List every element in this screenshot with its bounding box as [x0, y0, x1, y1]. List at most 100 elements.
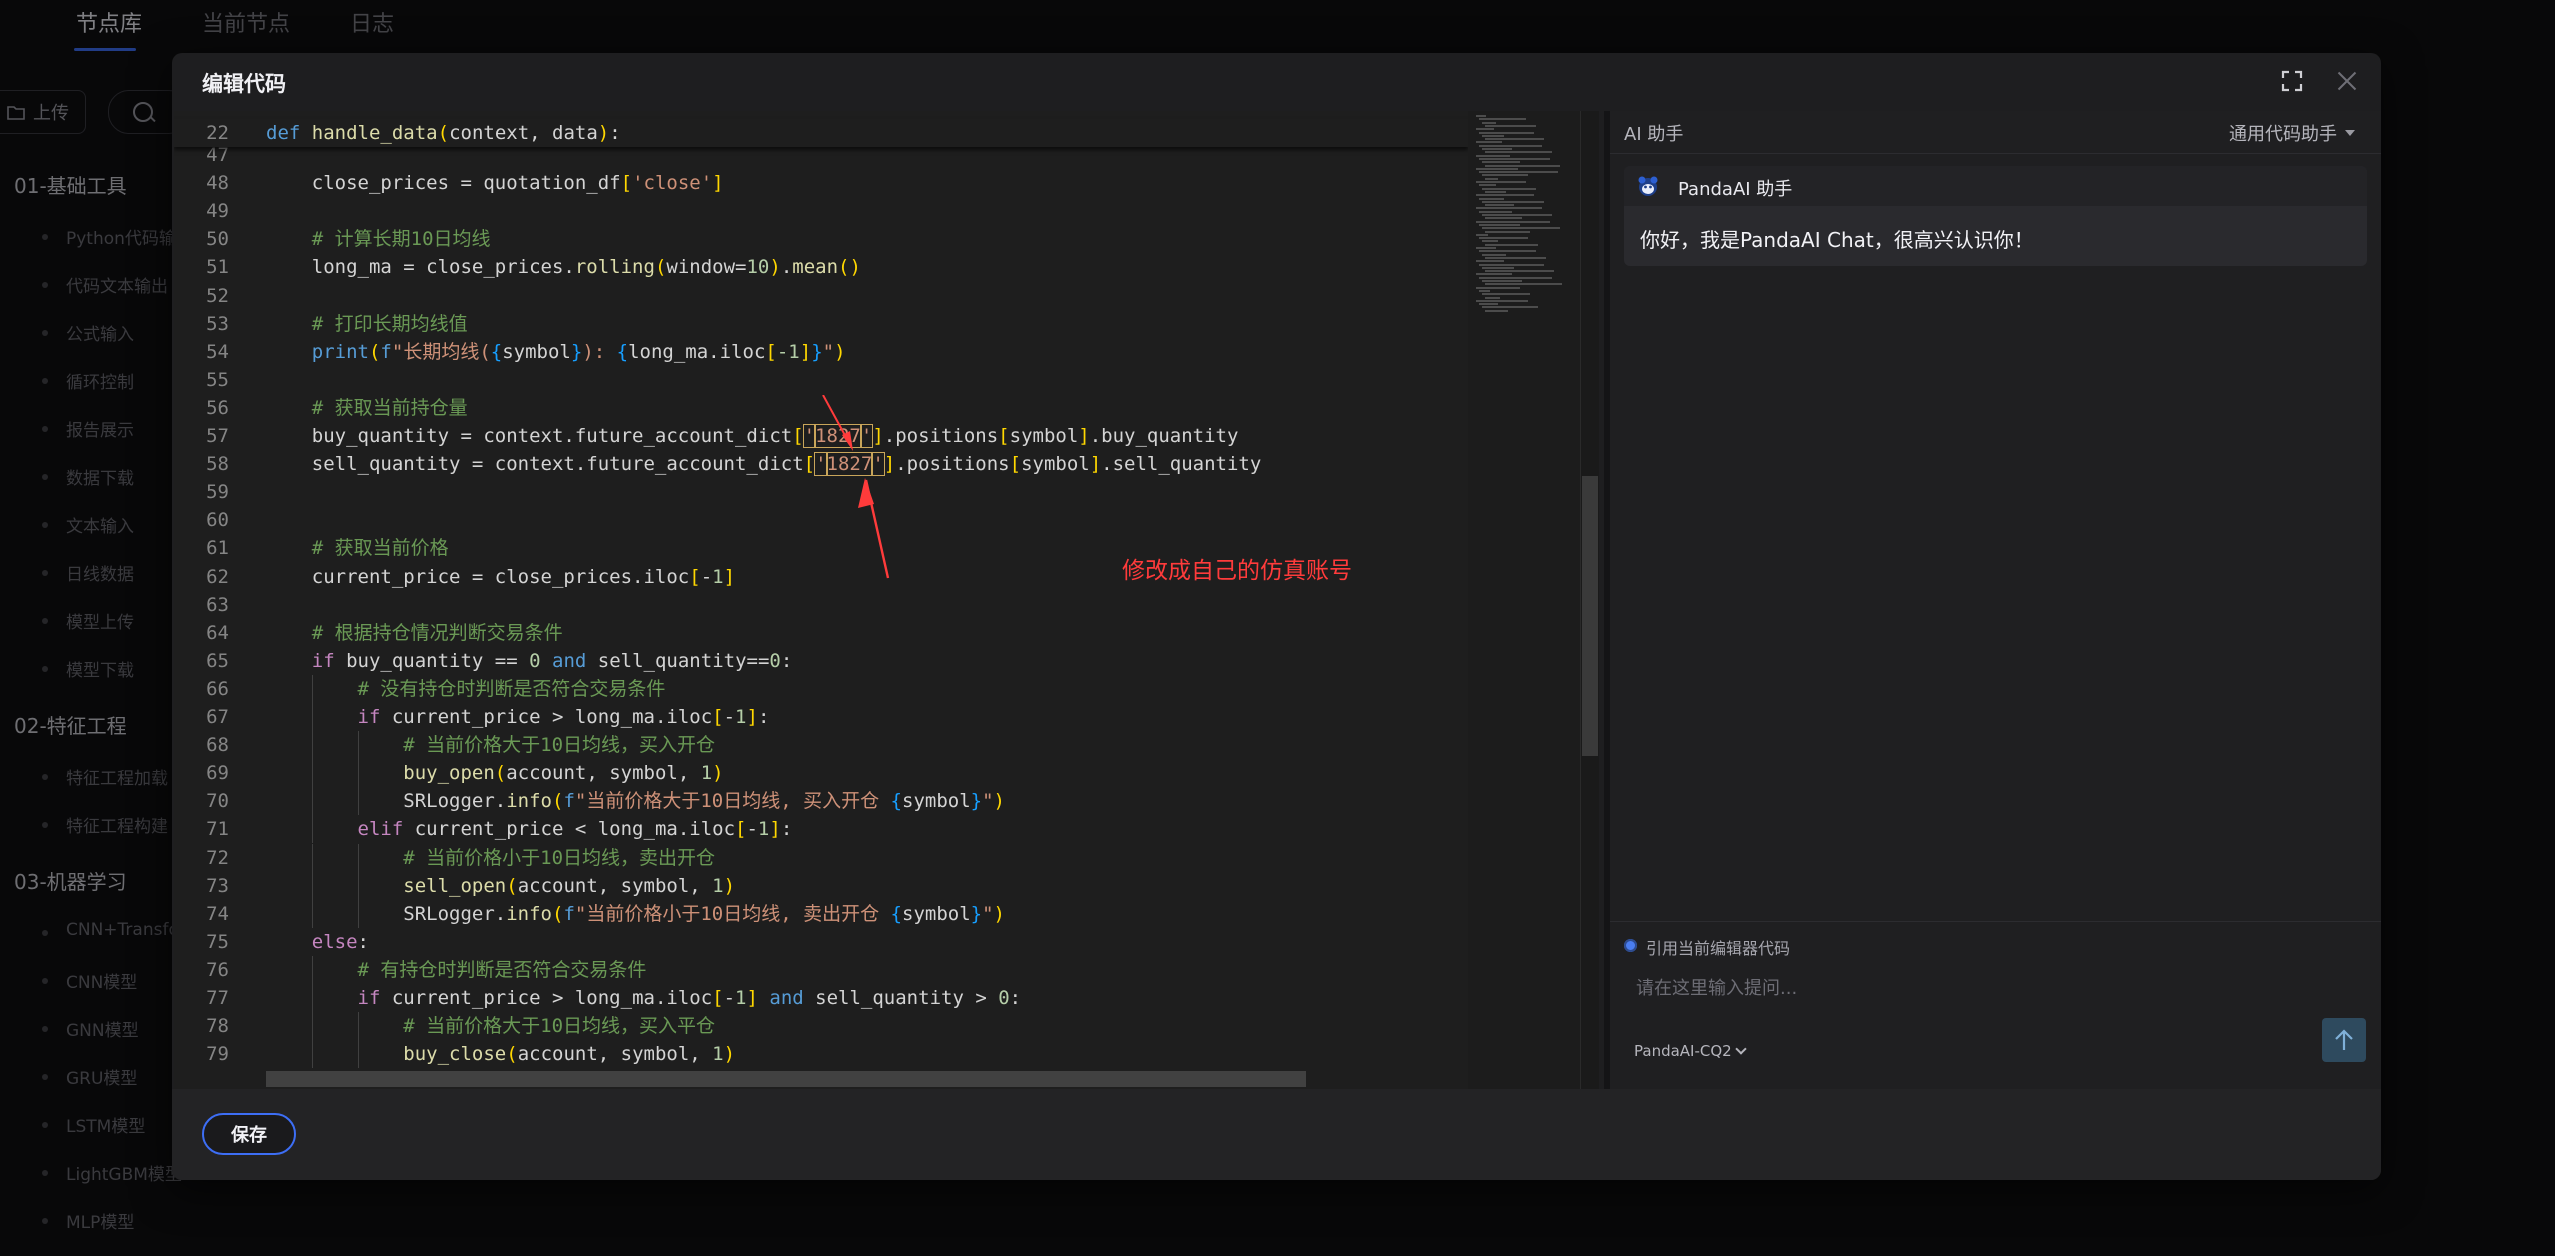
chat-input[interactable] [1634, 970, 2238, 1006]
modal-title: 编辑代码 [202, 72, 286, 96]
code-line[interactable]: 49 [174, 197, 1468, 225]
ai-panel-title: AI 助手 [1624, 124, 1684, 145]
code-line[interactable]: 52 [174, 282, 1468, 310]
save-button[interactable]: 保存 [202, 1113, 296, 1155]
line-number: 68 [206, 734, 229, 757]
minimap-line [1479, 250, 1536, 253]
indent-guide [357, 731, 359, 760]
code-line[interactable]: 76 # 有持仓时判断是否符合交易条件 [174, 956, 1468, 984]
line-code: close_prices = quotation_df['close'] [266, 172, 724, 195]
chevron-down-icon [1735, 1043, 1747, 1055]
line-number: 61 [206, 537, 229, 560]
code-line[interactable]: 74 SRLogger.info(f"当前价格小于10日均线, 卖出开仓 {sy… [174, 900, 1468, 928]
code-line[interactable]: 51 long_ma = close_prices.rolling(window… [174, 253, 1468, 281]
minimap-line [1476, 207, 1542, 210]
minimap-line [1485, 138, 1544, 141]
minimap-line [1479, 197, 1504, 200]
minimap-line [1476, 260, 1504, 263]
code-line[interactable]: 60 [174, 506, 1468, 534]
code-line[interactable]: 50 # 计算长期10日均线 [174, 225, 1468, 253]
code-line[interactable]: 77 if current_price > long_ma.iloc[-1] a… [174, 984, 1468, 1012]
reference-code-label[interactable]: 引用当前编辑器代码 [1646, 935, 1790, 959]
code-line[interactable]: 63 [174, 591, 1468, 619]
code-line[interactable]: 71 elif current_price < long_ma.iloc[-1]… [174, 815, 1468, 843]
minimap-line [1476, 220, 1550, 223]
ai-panel-header: AI 助手 通用代码助手 [1610, 111, 2381, 154]
minimap-line [1479, 171, 1558, 174]
line-number: 58 [206, 453, 229, 476]
minimap-line [1482, 240, 1498, 243]
line-number: 51 [206, 256, 229, 279]
line-number: 65 [206, 649, 229, 672]
code-line[interactable]: 66 # 没有持仓时判断是否符合交易条件 [174, 675, 1468, 703]
ai-assistant-panel: AI 助手 通用代码助手 PandaAI 助手 你好，我是PandaAI Cha… [1610, 111, 2381, 1089]
minimap-line [1482, 266, 1514, 269]
line-number: 63 [206, 593, 229, 616]
indent-guide [357, 1040, 359, 1069]
vertical-scrollbar-thumb[interactable] [1582, 476, 1598, 756]
assistant-mode-dropdown[interactable]: 通用代码助手 [2229, 120, 2355, 146]
code-line[interactable]: 73 sell_open(account, symbol, 1) [174, 872, 1468, 900]
annotation-arrow-up-icon [822, 395, 853, 451]
line-number: 59 [206, 481, 229, 504]
modal-footer: 保存 [172, 1089, 2381, 1180]
send-button[interactable] [2322, 1018, 2366, 1062]
minimap-line [1479, 289, 1490, 292]
code-line[interactable]: 67 if current_price > long_ma.iloc[-1]: [174, 703, 1468, 731]
reference-code-toggle[interactable] [1624, 939, 1637, 952]
code-line[interactable]: 79 buy_close(account, symbol, 1) [174, 1040, 1468, 1068]
minimap-line [1482, 253, 1506, 256]
horizontal-scrollbar[interactable] [266, 1071, 1306, 1087]
code-line[interactable]: 54 print(f"长期均线({symbol}): {long_ma.iloc… [174, 338, 1468, 366]
line-number: 60 [206, 509, 229, 532]
code-line[interactable]: 55 [174, 366, 1468, 394]
code-line[interactable]: 75 else: [174, 928, 1468, 956]
minimap-line [1479, 276, 1552, 279]
code-line[interactable]: 70 SRLogger.info(f"当前价格大于10日均线, 买入开仓 {sy… [174, 787, 1468, 815]
minimap-line [1485, 283, 1562, 286]
line-code: print(f"长期均线({symbol}): {long_ma.iloc[-1… [311, 340, 846, 363]
code-line[interactable]: 48 close_prices = quotation_df['close'] [174, 169, 1468, 197]
code-line[interactable]: 78 # 当前价格大于10日均线，买入平仓 [174, 1012, 1468, 1040]
sticky-scroll-line[interactable]: 22 def handle_data(context, data): [174, 119, 1468, 147]
line-code: current_price = close_prices.iloc[-1] [266, 565, 736, 588]
minimap-line [1485, 124, 1536, 127]
message-header: PandaAI 助手 [1624, 166, 2367, 206]
line-code: if current_price > long_ma.iloc[-1] and … [357, 987, 1022, 1009]
minimap-line [1485, 296, 1500, 299]
line-number: 78 [206, 1015, 229, 1038]
line-code: buy_quantity = context.future_account_di… [266, 424, 1239, 448]
minimap-line [1482, 121, 1496, 124]
line-number: 79 [206, 1043, 229, 1066]
line-code: SRLogger.info(f"当前价格小于10日均线, 卖出开仓 {symbo… [266, 902, 1005, 925]
line-number: 73 [206, 874, 229, 897]
minimap-line [1476, 299, 1528, 302]
model-select[interactable]: PandaAI-CQ2 [1634, 1042, 1747, 1060]
line-number: 62 [206, 565, 229, 588]
indent-guide [357, 843, 359, 872]
close-icon[interactable] [2333, 67, 2361, 95]
code-line[interactable]: 68 # 当前价格大于10日均线，买入开仓 [174, 731, 1468, 759]
indent-guide [311, 815, 313, 844]
assistant-message: PandaAI 助手 你好，我是PandaAI Chat，很高兴认识你！ [1624, 166, 2367, 266]
code-line[interactable]: 64 # 根据持仓情况判断交易条件 [174, 619, 1468, 647]
indent-guide [357, 787, 359, 816]
fullscreen-icon[interactable] [2281, 70, 2303, 92]
line-code: # 当前价格大于10日均线，买入开仓 [403, 734, 716, 757]
minimap-line [1479, 144, 1542, 147]
code-line[interactable]: 65 if buy_quantity == 0 and sell_quantit… [174, 647, 1468, 675]
line-code: # 打印长期均线值 [311, 312, 468, 335]
code-line[interactable]: 72 # 当前价格小于10日均线，卖出开仓 [174, 844, 1468, 872]
code-line[interactable]: 53 # 打印长期均线值 [174, 310, 1468, 338]
minimap-line [1482, 187, 1536, 190]
line-number: 70 [206, 790, 229, 813]
code-editor[interactable]: 22 def handle_data(context, data): 47 48 cl… [174, 111, 1468, 1089]
line-code: # 有持仓时判断是否符合交易条件 [357, 958, 647, 981]
annotation-text: 修改成自己的仿真账号 [1122, 558, 1352, 584]
line-number: 57 [206, 425, 229, 447]
line-number: 66 [206, 677, 229, 700]
minimap-line [1482, 293, 1530, 296]
code-minimap[interactable] [1468, 111, 1580, 1089]
code-line[interactable]: 69 buy_open(account, symbol, 1) [174, 759, 1468, 787]
minimap-line [1476, 247, 1496, 249]
